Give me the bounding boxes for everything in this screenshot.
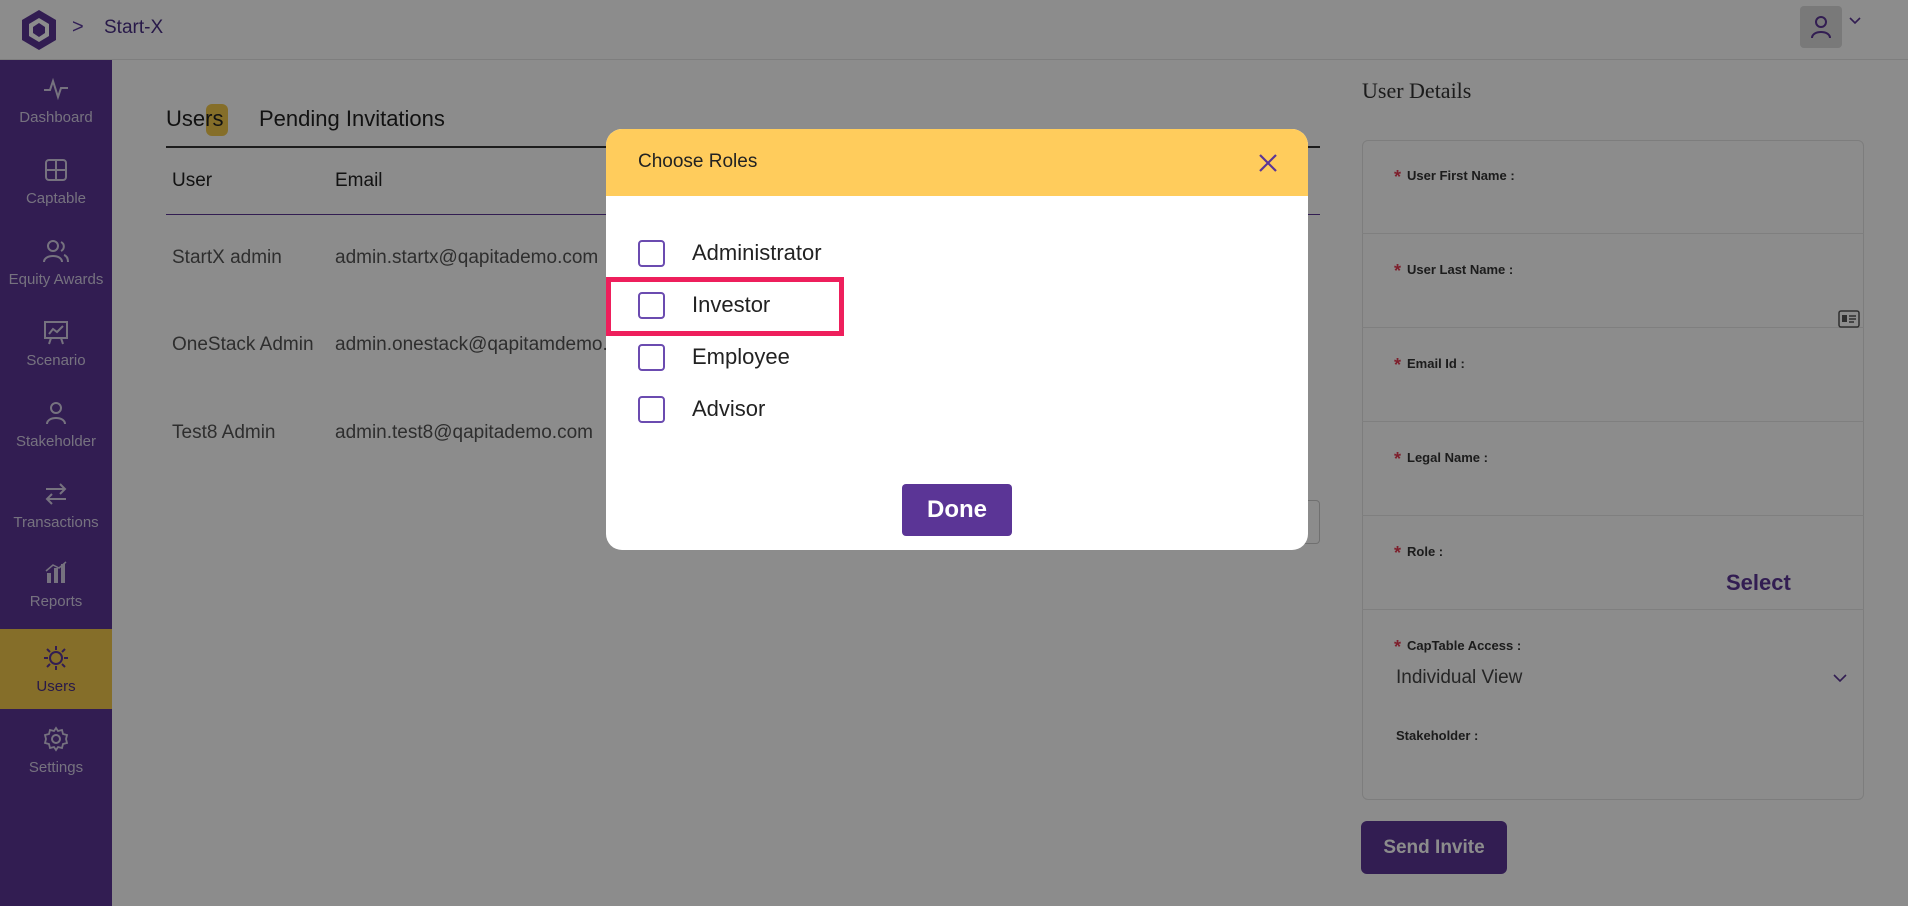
role-option-label: Administrator — [692, 240, 822, 265]
role-option-label: Employee — [692, 344, 790, 369]
modal-title: Choose Roles — [638, 151, 758, 172]
checkbox[interactable] — [638, 395, 665, 423]
modal-header: Choose Roles — [606, 129, 1308, 196]
checkbox[interactable] — [638, 239, 665, 267]
close-icon[interactable] — [1256, 151, 1280, 175]
checkbox[interactable] — [638, 343, 665, 371]
role-option-administrator[interactable]: Administrator — [638, 238, 822, 268]
highlight-box — [606, 277, 844, 336]
choose-roles-modal: Choose Roles Administrator Investor Empl… — [606, 129, 1308, 550]
done-button[interactable]: Done — [902, 484, 1012, 536]
role-option-advisor[interactable]: Advisor — [638, 394, 765, 424]
role-option-employee[interactable]: Employee — [638, 342, 790, 372]
role-option-label: Advisor — [692, 396, 766, 421]
